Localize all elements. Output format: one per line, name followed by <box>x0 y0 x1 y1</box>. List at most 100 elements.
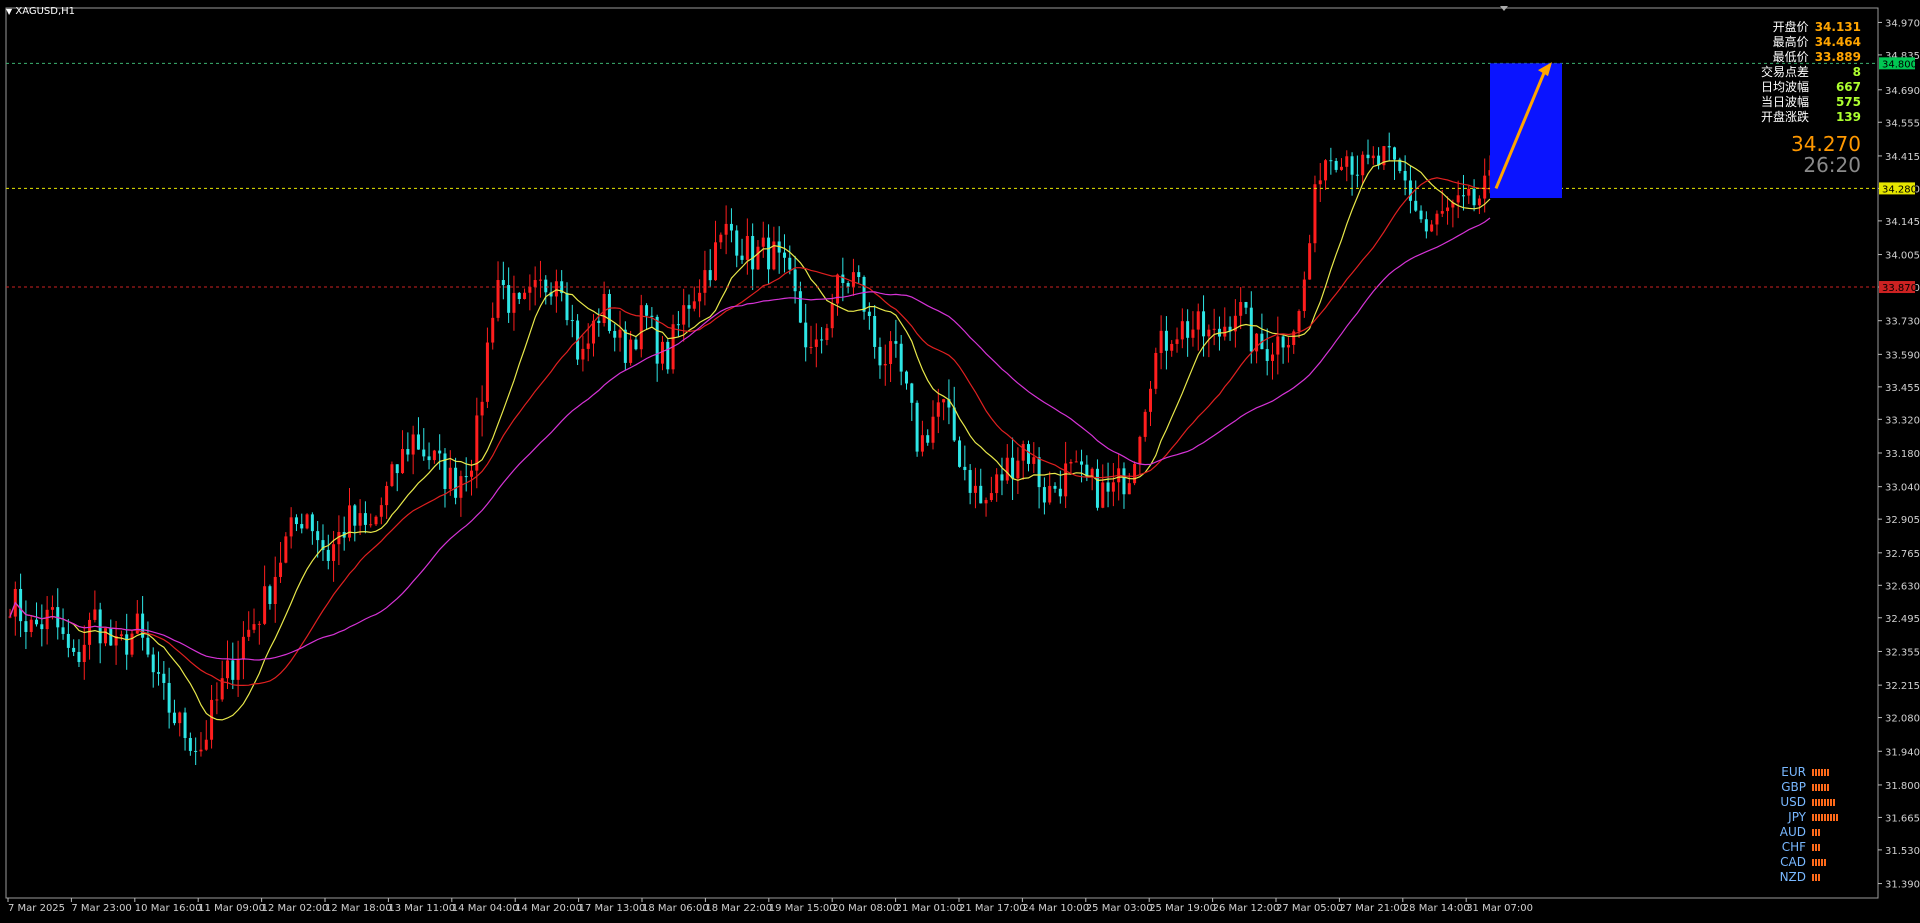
candle-body <box>931 416 935 443</box>
candle-body <box>72 647 76 652</box>
candle-body <box>1011 457 1015 479</box>
candle-body <box>507 285 511 313</box>
strength-bar <box>1818 874 1820 881</box>
candle-body <box>464 476 468 478</box>
candle-body <box>517 292 521 300</box>
currency-row: GBP <box>1776 780 1838 795</box>
candle-body <box>878 346 882 366</box>
currency-name: USD <box>1780 795 1806 809</box>
y-tick-label: 34.415 <box>1885 152 1920 163</box>
y-tick-label: 32.630 <box>1885 581 1920 592</box>
y-tick-label: 33.040 <box>1885 483 1920 494</box>
price-chart[interactable]: 34.97034.83534.69034.55534.41534.28034.1… <box>0 0 1920 919</box>
candle-body <box>1419 210 1423 220</box>
strength-bar <box>1818 859 1820 866</box>
candle-body <box>1180 321 1184 340</box>
candle-body <box>703 270 707 293</box>
candle-body <box>40 624 44 630</box>
candle-body <box>1286 344 1290 348</box>
candle-body <box>1271 354 1275 361</box>
x-tick-label: 12 Mar 18:00 <box>325 903 392 914</box>
candle-body <box>395 464 399 474</box>
candle-body <box>183 712 187 738</box>
info-value: 575 <box>1835 95 1861 109</box>
currency-name: NZD <box>1779 870 1806 884</box>
x-tick-label: 14 Mar 20:00 <box>515 903 582 914</box>
candle-body <box>528 286 532 293</box>
strength-bar <box>1827 769 1829 776</box>
info-value: 34.131 <box>1814 20 1861 34</box>
candle-body <box>512 292 516 313</box>
candle-body <box>1037 457 1041 488</box>
candle-body <box>1249 307 1253 352</box>
candle-body <box>846 282 850 287</box>
candle-body <box>225 660 229 679</box>
candle-body <box>1308 243 1312 280</box>
strength-bar <box>1815 769 1817 776</box>
info-label: 最高价 <box>1772 35 1809 49</box>
x-tick-label: 31 Mar 07:00 <box>1466 903 1533 914</box>
level-label: 33.870 <box>1882 283 1917 294</box>
y-tick-label: 33.320 <box>1885 415 1920 426</box>
candle-body <box>973 485 977 493</box>
strength-bar <box>1833 814 1835 821</box>
info-row: 最高价 34.464 <box>1761 35 1861 50</box>
candle-body <box>279 562 283 577</box>
candle-body <box>904 371 908 384</box>
candle-body <box>501 280 505 286</box>
strength-bars <box>1812 814 1838 821</box>
candle-body <box>1424 219 1428 232</box>
candle-body <box>1058 488 1062 497</box>
strength-bar <box>1830 814 1832 821</box>
candle-body <box>1371 155 1375 159</box>
x-tick-label: 18 Mar 22:00 <box>705 903 772 914</box>
candle-body <box>1387 146 1391 148</box>
info-label: 交易点差 <box>1760 65 1809 79</box>
candle-body <box>581 348 585 360</box>
info-label: 日均波幅 <box>1760 80 1809 94</box>
candle-body <box>1202 311 1206 337</box>
candle-body <box>1361 154 1365 176</box>
strength-bar <box>1821 814 1823 821</box>
strength-bar <box>1815 784 1817 791</box>
strength-bar <box>1818 814 1820 821</box>
currency-name: CAD <box>1780 855 1806 869</box>
y-tick-label: 32.355 <box>1885 647 1920 658</box>
y-tick-label: 32.765 <box>1885 549 1920 560</box>
candle-body <box>523 292 527 300</box>
candle-body <box>1111 482 1115 492</box>
candle-body <box>332 544 336 561</box>
strength-bar <box>1821 769 1823 776</box>
candle-body <box>554 281 558 297</box>
chart-area[interactable]: 34.97034.83534.69034.55534.41534.28034.1… <box>0 0 1920 919</box>
y-tick-label: 31.530 <box>1885 846 1920 857</box>
collapse-triangle-icon[interactable]: ▼ <box>6 7 12 16</box>
candle-body <box>1223 326 1227 337</box>
candle-body <box>1069 461 1073 464</box>
candle-body <box>1021 444 1025 461</box>
candle-body <box>1106 482 1110 492</box>
candle-body <box>952 407 956 441</box>
info-label: 当日波幅 <box>1760 95 1809 109</box>
candle-body <box>788 257 792 270</box>
candle-body <box>19 588 23 622</box>
strength-bars <box>1812 769 1829 776</box>
candle-body <box>1467 188 1471 196</box>
candle-body <box>1281 336 1285 348</box>
y-tick-label: 32.495 <box>1885 614 1920 625</box>
candle-body <box>459 476 463 498</box>
candle-body <box>1016 460 1020 479</box>
x-tick-label: 25 Mar 03:00 <box>1086 903 1153 914</box>
x-tick-label: 11 Mar 09:00 <box>198 903 265 914</box>
candle-body <box>655 316 659 364</box>
candle-body <box>1095 468 1099 508</box>
y-tick-label: 33.730 <box>1885 317 1920 328</box>
candle-body <box>862 276 866 312</box>
candle-body <box>273 576 277 604</box>
x-tick-label: 12 Mar 02:00 <box>262 903 329 914</box>
candle-body <box>1345 156 1349 167</box>
candle-body <box>1324 160 1328 181</box>
candle-body <box>236 659 240 680</box>
candle-body <box>804 322 808 348</box>
candle-body <box>857 272 861 277</box>
